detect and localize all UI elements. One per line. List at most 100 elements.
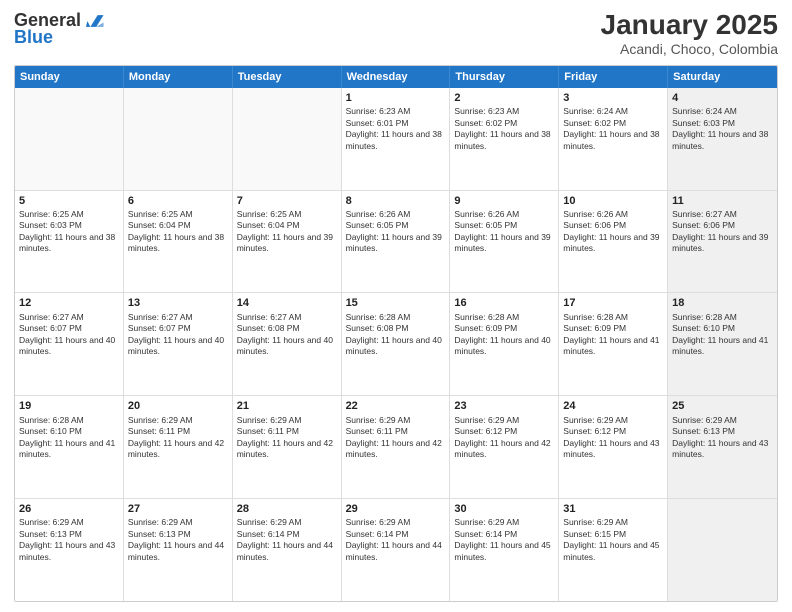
day-info: Sunrise: 6:29 AM Sunset: 6:14 PM Dayligh… bbox=[237, 517, 337, 563]
page-title: January 2025 bbox=[601, 10, 778, 41]
calendar-cell: 6Sunrise: 6:25 AM Sunset: 6:04 PM Daylig… bbox=[124, 191, 233, 293]
day-info: Sunrise: 6:29 AM Sunset: 6:14 PM Dayligh… bbox=[454, 517, 554, 563]
calendar-cell bbox=[124, 88, 233, 190]
day-info: Sunrise: 6:29 AM Sunset: 6:15 PM Dayligh… bbox=[563, 517, 663, 563]
day-number: 23 bbox=[454, 399, 554, 413]
weekday-header: Tuesday bbox=[233, 66, 342, 88]
day-info: Sunrise: 6:27 AM Sunset: 6:07 PM Dayligh… bbox=[128, 312, 228, 358]
calendar-cell: 9Sunrise: 6:26 AM Sunset: 6:05 PM Daylig… bbox=[450, 191, 559, 293]
day-info: Sunrise: 6:27 AM Sunset: 6:07 PM Dayligh… bbox=[19, 312, 119, 358]
day-info: Sunrise: 6:28 AM Sunset: 6:08 PM Dayligh… bbox=[346, 312, 446, 358]
day-number: 30 bbox=[454, 502, 554, 516]
weekday-header: Monday bbox=[124, 66, 233, 88]
calendar-cell: 3Sunrise: 6:24 AM Sunset: 6:02 PM Daylig… bbox=[559, 88, 668, 190]
calendar-cell bbox=[15, 88, 124, 190]
calendar-row: 12 Sunrise: 6:27 AM Sunset: 6:07 PM Dayli… bbox=[15, 293, 777, 396]
calendar-cell: 12 Sunrise: 6:27 AM Sunset: 6:07 PM Dayli… bbox=[15, 293, 124, 395]
day-number: 31 bbox=[563, 502, 663, 516]
day-number: 2 bbox=[454, 91, 554, 105]
calendar-cell: 11Sunrise: 6:27 AM Sunset: 6:06 PM Dayli… bbox=[668, 191, 777, 293]
day-info: Sunrise: 6:24 AM Sunset: 6:02 PM Dayligh… bbox=[563, 106, 663, 152]
calendar-cell: 19 Sunrise: 6:28 AM Sunset: 6:10 PM Dayli… bbox=[15, 396, 124, 498]
calendar-cell: 31Sunrise: 6:29 AM Sunset: 6:15 PM Dayli… bbox=[559, 499, 668, 601]
calendar-cell: 1Sunrise: 6:23 AM Sunset: 6:01 PM Daylig… bbox=[342, 88, 451, 190]
day-number: 15 bbox=[346, 296, 446, 310]
calendar-cell: 15 Sunrise: 6:28 AM Sunset: 6:08 PM Dayli… bbox=[342, 293, 451, 395]
day-info: Sunrise: 6:25 AM Sunset: 6:03 PM Dayligh… bbox=[19, 209, 119, 255]
day-info: Sunrise: 6:26 AM Sunset: 6:05 PM Dayligh… bbox=[346, 209, 446, 255]
calendar-row: 5Sunrise: 6:25 AM Sunset: 6:03 PM Daylig… bbox=[15, 191, 777, 294]
day-info: Sunrise: 6:27 AM Sunset: 6:06 PM Dayligh… bbox=[672, 209, 773, 255]
day-info: Sunrise: 6:28 AM Sunset: 6:10 PM Dayligh… bbox=[672, 312, 773, 358]
day-number: 21 bbox=[237, 399, 337, 413]
calendar-cell: 30Sunrise: 6:29 AM Sunset: 6:14 PM Dayli… bbox=[450, 499, 559, 601]
day-info: Sunrise: 6:23 AM Sunset: 6:01 PM Dayligh… bbox=[346, 106, 446, 152]
day-number: 20 bbox=[128, 399, 228, 413]
day-info: Sunrise: 6:29 AM Sunset: 6:12 PM Dayligh… bbox=[563, 415, 663, 461]
weekday-header: Saturday bbox=[668, 66, 777, 88]
calendar-header: SundayMondayTuesdayWednesdayThursdayFrid… bbox=[15, 66, 777, 88]
day-info: Sunrise: 6:25 AM Sunset: 6:04 PM Dayligh… bbox=[128, 209, 228, 255]
calendar-row: 1Sunrise: 6:23 AM Sunset: 6:01 PM Daylig… bbox=[15, 88, 777, 191]
calendar-cell: 20Sunrise: 6:29 AM Sunset: 6:11 PM Dayli… bbox=[124, 396, 233, 498]
calendar-cell: 16Sunrise: 6:28 AM Sunset: 6:09 PM Dayli… bbox=[450, 293, 559, 395]
weekday-header: Thursday bbox=[450, 66, 559, 88]
day-number: 6 bbox=[128, 194, 228, 208]
calendar-cell: 23Sunrise: 6:29 AM Sunset: 6:12 PM Dayli… bbox=[450, 396, 559, 498]
day-info: Sunrise: 6:27 AM Sunset: 6:08 PM Dayligh… bbox=[237, 312, 337, 358]
calendar: SundayMondayTuesdayWednesdayThursdayFrid… bbox=[14, 65, 778, 602]
day-number: 25 bbox=[672, 399, 773, 413]
calendar-cell: 28Sunrise: 6:29 AM Sunset: 6:14 PM Dayli… bbox=[233, 499, 342, 601]
calendar-cell: 18Sunrise: 6:28 AM Sunset: 6:10 PM Dayli… bbox=[668, 293, 777, 395]
day-number: 12 bbox=[19, 296, 119, 310]
title-block: January 2025 Acandi, Choco, Colombia bbox=[601, 10, 778, 57]
day-info: Sunrise: 6:28 AM Sunset: 6:10 PM Dayligh… bbox=[19, 415, 119, 461]
day-number: 1 bbox=[346, 91, 446, 105]
calendar-cell: 22 Sunrise: 6:29 AM Sunset: 6:11 PM Dayli… bbox=[342, 396, 451, 498]
calendar-cell bbox=[668, 499, 777, 601]
calendar-cell: 13 Sunrise: 6:27 AM Sunset: 6:07 PM Dayli… bbox=[124, 293, 233, 395]
day-number: 5 bbox=[19, 194, 119, 208]
calendar-cell: 21 Sunrise: 6:29 AM Sunset: 6:11 PM Dayli… bbox=[233, 396, 342, 498]
day-number: 26 bbox=[19, 502, 119, 516]
day-number: 28 bbox=[237, 502, 337, 516]
weekday-header: Sunday bbox=[15, 66, 124, 88]
day-number: 7 bbox=[237, 194, 337, 208]
day-info: Sunrise: 6:23 AM Sunset: 6:02 PM Dayligh… bbox=[454, 106, 554, 152]
day-info: Sunrise: 6:29 AM Sunset: 6:13 PM Dayligh… bbox=[128, 517, 228, 563]
day-info: Sunrise: 6:29 AM Sunset: 6:13 PM Dayligh… bbox=[672, 415, 773, 461]
day-info: Sunrise: 6:29 AM Sunset: 6:13 PM Dayligh… bbox=[19, 517, 119, 563]
calendar-cell: 10Sunrise: 6:26 AM Sunset: 6:06 PM Dayli… bbox=[559, 191, 668, 293]
day-number: 17 bbox=[563, 296, 663, 310]
calendar-cell: 4Sunrise: 6:24 AM Sunset: 6:03 PM Daylig… bbox=[668, 88, 777, 190]
logo-icon bbox=[83, 10, 105, 32]
page-subtitle: Acandi, Choco, Colombia bbox=[601, 41, 778, 57]
calendar-row: 26Sunrise: 6:29 AM Sunset: 6:13 PM Dayli… bbox=[15, 499, 777, 601]
calendar-cell: 7Sunrise: 6:25 AM Sunset: 6:04 PM Daylig… bbox=[233, 191, 342, 293]
header: General Blue January 2025 Acandi, Choco,… bbox=[14, 10, 778, 57]
page: General Blue January 2025 Acandi, Choco,… bbox=[0, 0, 792, 612]
day-number: 4 bbox=[672, 91, 773, 105]
day-number: 19 bbox=[19, 399, 119, 413]
day-number: 27 bbox=[128, 502, 228, 516]
day-number: 11 bbox=[672, 194, 773, 208]
calendar-cell: 8Sunrise: 6:26 AM Sunset: 6:05 PM Daylig… bbox=[342, 191, 451, 293]
day-info: Sunrise: 6:29 AM Sunset: 6:11 PM Dayligh… bbox=[237, 415, 337, 461]
calendar-cell: 26Sunrise: 6:29 AM Sunset: 6:13 PM Dayli… bbox=[15, 499, 124, 601]
day-info: Sunrise: 6:28 AM Sunset: 6:09 PM Dayligh… bbox=[563, 312, 663, 358]
day-info: Sunrise: 6:29 AM Sunset: 6:11 PM Dayligh… bbox=[346, 415, 446, 461]
calendar-cell: 29Sunrise: 6:29 AM Sunset: 6:14 PM Dayli… bbox=[342, 499, 451, 601]
day-number: 3 bbox=[563, 91, 663, 105]
day-number: 13 bbox=[128, 296, 228, 310]
calendar-cell: 14 Sunrise: 6:27 AM Sunset: 6:08 PM Dayli… bbox=[233, 293, 342, 395]
calendar-cell: 24Sunrise: 6:29 AM Sunset: 6:12 PM Dayli… bbox=[559, 396, 668, 498]
day-number: 14 bbox=[237, 296, 337, 310]
calendar-cell: 2Sunrise: 6:23 AM Sunset: 6:02 PM Daylig… bbox=[450, 88, 559, 190]
calendar-cell bbox=[233, 88, 342, 190]
weekday-header: Wednesday bbox=[342, 66, 451, 88]
calendar-row: 19 Sunrise: 6:28 AM Sunset: 6:10 PM Dayli… bbox=[15, 396, 777, 499]
day-info: Sunrise: 6:26 AM Sunset: 6:06 PM Dayligh… bbox=[563, 209, 663, 255]
calendar-cell: 25 Sunrise: 6:29 AM Sunset: 6:13 PM Dayli… bbox=[668, 396, 777, 498]
day-number: 22 bbox=[346, 399, 446, 413]
day-info: Sunrise: 6:28 AM Sunset: 6:09 PM Dayligh… bbox=[454, 312, 554, 358]
